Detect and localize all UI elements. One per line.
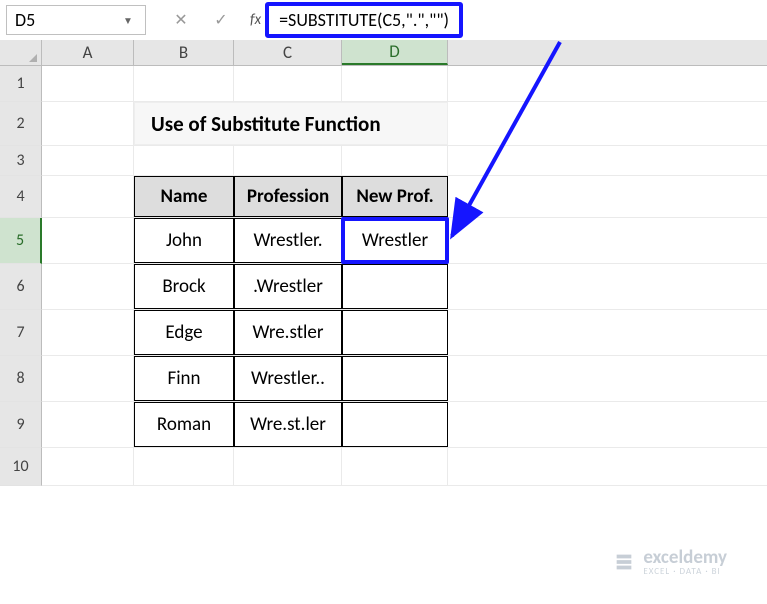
table-cell-newprof-2[interactable]	[342, 310, 448, 355]
cell-a6[interactable]	[42, 264, 134, 309]
table-cell-prof-2[interactable]: Wre.stler	[234, 310, 342, 355]
name-box-dropdown-icon[interactable]: ▼	[119, 14, 137, 27]
row-header-6[interactable]: 6	[0, 264, 42, 310]
cell-a10[interactable]	[42, 448, 134, 485]
row-header-9[interactable]: 9	[0, 402, 42, 448]
cell-d1[interactable]	[342, 66, 448, 101]
fx-icon[interactable]: fx	[250, 11, 261, 29]
cell-b3[interactable]	[134, 146, 234, 175]
column-header-a[interactable]: A	[42, 40, 134, 65]
cells-area: Use of Substitute Function Name Professi…	[42, 66, 767, 486]
row-header-1[interactable]: 1	[0, 66, 42, 102]
cell-a4[interactable]	[42, 176, 134, 217]
cell-a9[interactable]	[42, 402, 134, 447]
table-cell-name-0[interactable]: John	[134, 218, 234, 263]
cell-b1[interactable]	[134, 66, 234, 101]
cell-d10[interactable]	[342, 448, 448, 485]
formula-text: =SUBSTITUTE(C5,".","")	[279, 9, 449, 31]
table-cell-name-1[interactable]: Brock	[134, 264, 234, 309]
table-header-name[interactable]: Name	[134, 176, 234, 217]
title-cell[interactable]: Use of Substitute Function	[134, 102, 448, 145]
column-header-c[interactable]: C	[234, 40, 342, 65]
table-cell-newprof-4[interactable]	[342, 402, 448, 447]
formula-bar-area: D5 ▼ ✕ ✓ fx =SUBSTITUTE(C5,".","")	[0, 0, 767, 40]
row-header-4[interactable]: 4	[0, 176, 42, 218]
table-cell-prof-3[interactable]: Wrestler..	[234, 356, 342, 401]
cell-c3[interactable]	[234, 146, 342, 175]
table-cell-prof-0[interactable]: Wrestler.	[234, 218, 342, 263]
table-header-newprof[interactable]: New Prof.	[342, 176, 448, 217]
cell-a7[interactable]	[42, 310, 134, 355]
table-cell-name-4[interactable]: Roman	[134, 402, 234, 447]
cell-a1[interactable]	[42, 66, 134, 101]
row-header-8[interactable]: 8	[0, 356, 42, 402]
table-cell-prof-4[interactable]: Wre.st.ler	[234, 402, 342, 447]
cell-b10[interactable]	[134, 448, 234, 485]
cell-c10[interactable]	[234, 448, 342, 485]
cell-c1[interactable]	[234, 66, 342, 101]
table-cell-prof-1[interactable]: .Wrestler	[234, 264, 342, 309]
column-header-b[interactable]: B	[134, 40, 234, 65]
cell-a5[interactable]	[42, 218, 134, 263]
table-header-profession[interactable]: Profession	[234, 176, 342, 217]
select-all-corner[interactable]	[0, 40, 42, 65]
function-buttons: ✕ ✓ fx	[170, 9, 261, 31]
name-box-value: D5	[15, 9, 35, 31]
watermark-subtitle: EXCEL · DATA · BI	[643, 567, 727, 576]
row-header-2[interactable]: 2	[0, 102, 42, 146]
table-cell-newprof-0[interactable]: Wrestler	[342, 218, 448, 263]
cell-a2[interactable]	[42, 102, 134, 145]
column-header-d[interactable]: D	[342, 40, 448, 65]
enter-icon[interactable]: ✓	[210, 9, 232, 31]
row-header-3[interactable]: 3	[0, 146, 42, 176]
cell-a3[interactable]	[42, 146, 134, 175]
table-cell-newprof-1[interactable]	[342, 264, 448, 309]
watermark-icon	[613, 551, 635, 573]
table-cell-name-3[interactable]: Finn	[134, 356, 234, 401]
watermark-title: exceldemy	[643, 548, 727, 567]
name-box[interactable]: D5 ▼	[6, 5, 146, 35]
watermark: exceldemy EXCEL · DATA · BI	[613, 548, 727, 576]
row-headers: 1 2 3 4 5 6 7 8 9 10	[0, 66, 42, 486]
cell-d3[interactable]	[342, 146, 448, 175]
table-cell-name-2[interactable]: Edge	[134, 310, 234, 355]
row-header-7[interactable]: 7	[0, 310, 42, 356]
table-cell-newprof-3[interactable]	[342, 356, 448, 401]
row-header-5[interactable]: 5	[0, 218, 42, 264]
cell-a8[interactable]	[42, 356, 134, 401]
row-header-10[interactable]: 10	[0, 448, 42, 486]
spreadsheet-grid: A B C D 1 2 3 4 5 6 7 8 9 10	[0, 40, 767, 486]
cancel-icon[interactable]: ✕	[170, 9, 192, 31]
column-headers: A B C D	[0, 40, 767, 66]
formula-input[interactable]: =SUBSTITUTE(C5,".","")	[265, 2, 463, 38]
